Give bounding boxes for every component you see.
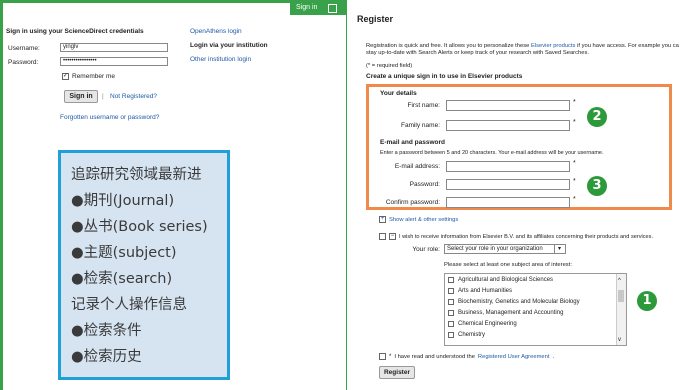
signin-button[interactable]: Sign in: [64, 90, 98, 103]
expand-icon[interactable]: +: [379, 216, 386, 223]
other-institution-link[interactable]: Other institution login: [190, 56, 251, 63]
subject-checkbox[interactable]: [448, 277, 454, 283]
badge-one: 1: [637, 291, 657, 311]
required-marker: *: [573, 178, 576, 185]
role-select[interactable]: Select your role in your organization ▾: [444, 244, 566, 254]
create-heading: Create a unique sign in to use in Elsevi…: [366, 73, 523, 80]
register-button[interactable]: Register: [379, 366, 415, 379]
feature-line: ●丛书(Book series): [71, 219, 208, 235]
required-marker: *: [573, 119, 576, 126]
confirm-password-input[interactable]: [446, 197, 570, 208]
subject-checkbox[interactable]: [448, 299, 454, 305]
remember-me-label: Remember me: [72, 73, 115, 80]
intro-text: Registration is quick and free. It allow…: [366, 43, 531, 49]
subject-label: Chemical Engineering: [458, 321, 517, 327]
email-section-heading: E-mail and password: [380, 139, 446, 146]
subject-checkbox[interactable]: [448, 288, 454, 294]
subject-item[interactable]: Business, Management and Accounting: [448, 308, 563, 318]
panel-divider: [346, 0, 347, 390]
email-label: E-mail address:: [394, 163, 440, 170]
chevron-down-icon[interactable]: ▾: [554, 245, 564, 253]
subject-checkbox[interactable]: [448, 332, 454, 338]
subject-item[interactable]: Agricultural and Biological Sciences: [448, 275, 553, 285]
password-label: Password:: [409, 181, 440, 188]
first-name-label: First name:: [407, 102, 440, 109]
institution-title: Login via your institution: [190, 42, 268, 49]
email-input[interactable]: [446, 161, 570, 172]
agreement-row: * I have read and understood the Registe…: [379, 353, 554, 360]
subject-label: Arts and Humanities: [458, 288, 513, 294]
receive-info-label: I wish to receive information from Elsev…: [399, 233, 654, 240]
not-registered-link[interactable]: Not Registered?: [110, 93, 157, 100]
subject-label: Chemistry: [458, 332, 486, 338]
topbar-label: Sign in: [296, 4, 318, 11]
family-name-label: Family name:: [400, 122, 440, 129]
show-alert-toggle[interactable]: + Show alert & other settings: [379, 216, 458, 223]
badge-two: 2: [587, 107, 607, 127]
subject-list[interactable]: Agricultural and Biological Sciences Art…: [444, 273, 627, 346]
show-alert-link[interactable]: Show alert & other settings: [389, 217, 458, 223]
feature-line: ●期刊(Journal): [71, 193, 175, 209]
collapse-icon[interactable]: [328, 4, 337, 13]
password-input[interactable]: ••••••••••••••••: [60, 57, 168, 66]
subject-item[interactable]: Arts and Humanities: [448, 286, 512, 296]
subject-item[interactable]: Biochemistry, Genetics and Molecular Bio…: [448, 297, 580, 307]
intro-text-2: if you have access. For example you ca: [575, 43, 679, 49]
subject-checkbox[interactable]: [448, 310, 454, 316]
subject-item[interactable]: Chemistry: [448, 330, 485, 340]
register-title: Register: [357, 14, 394, 24]
feature-line: 记录个人操作信息: [71, 297, 187, 313]
subject-label: Business, Management and Accounting: [458, 310, 564, 316]
role-select-value: Select your role in your organization: [447, 246, 543, 252]
subject-item[interactable]: Chemical Engineering: [448, 319, 517, 329]
forgotten-link[interactable]: Forgotten username or password?: [60, 114, 159, 121]
receive-info-checkbox[interactable]: [379, 233, 386, 240]
required-marker: *: [573, 99, 576, 106]
subject-label: Agricultural and Biological Sciences: [458, 277, 554, 283]
your-details-heading: Your details: [380, 90, 417, 97]
openathens-link[interactable]: OpenAthens login: [190, 28, 242, 35]
user-agreement-link[interactable]: Registered User Agreement: [478, 354, 550, 360]
agreement-checkbox[interactable]: [379, 353, 386, 360]
subject-scrollbar[interactable]: ^ v: [616, 274, 626, 345]
feature-line: ●检索(search): [71, 271, 173, 287]
password-label: Password:: [8, 59, 39, 66]
remember-me-row[interactable]: ✓ Remember me: [62, 73, 115, 80]
info-expand-icon[interactable]: −: [389, 233, 396, 240]
username-label: Username:: [8, 45, 40, 52]
agreement-suffix: .: [552, 353, 555, 360]
username-input[interactable]: yinglv: [60, 43, 168, 52]
first-name-input[interactable]: [446, 100, 570, 111]
subject-prompt: Please select at least one subject area …: [444, 262, 572, 268]
subject-label: Biochemistry, Genetics and Molecular Bio…: [458, 299, 580, 305]
remember-me-checkbox[interactable]: ✓: [62, 73, 69, 80]
family-name-input[interactable]: [446, 120, 570, 131]
confirm-password-label: Confirm password:: [385, 199, 440, 206]
register-intro: Registration is quick and free. It allow…: [366, 43, 693, 49]
receive-info-row: − I wish to receive information from Els…: [379, 233, 653, 240]
feature-line: ●检索历史: [71, 349, 142, 365]
register-password-input[interactable]: [446, 179, 570, 190]
credentials-title: Sign in using your ScienceDirect credent…: [6, 28, 144, 35]
required-note: (* = required field): [366, 63, 413, 69]
signin-topbar: Sign in: [290, 3, 346, 15]
required-marker: *: [389, 353, 392, 360]
feature-line: 追踪研究领域最新进: [71, 167, 202, 183]
intro-line-2: stay up-to-date with Search Alerts or ke…: [366, 50, 589, 56]
link-separator: |: [102, 93, 104, 100]
scroll-down-icon[interactable]: v: [618, 337, 621, 343]
required-marker: *: [573, 160, 576, 167]
feature-callout: 追踪研究领域最新进 ●期刊(Journal) ●丛书(Book series) …: [58, 150, 230, 380]
required-marker: *: [573, 196, 576, 203]
subject-checkbox[interactable]: [448, 321, 454, 327]
agreement-text: I have read and understood the: [394, 353, 475, 360]
elsevier-products-link[interactable]: Elsevier products: [531, 43, 575, 49]
scroll-thumb[interactable]: [618, 290, 624, 302]
feature-line: ●检索条件: [71, 323, 142, 339]
badge-three: 3: [587, 176, 607, 196]
role-label: Your role:: [412, 246, 440, 253]
password-hint: Enter a password between 5 and 20 charac…: [380, 150, 604, 156]
feature-line: ●主题(subject): [71, 245, 177, 261]
scroll-up-icon[interactable]: ^: [618, 278, 621, 284]
